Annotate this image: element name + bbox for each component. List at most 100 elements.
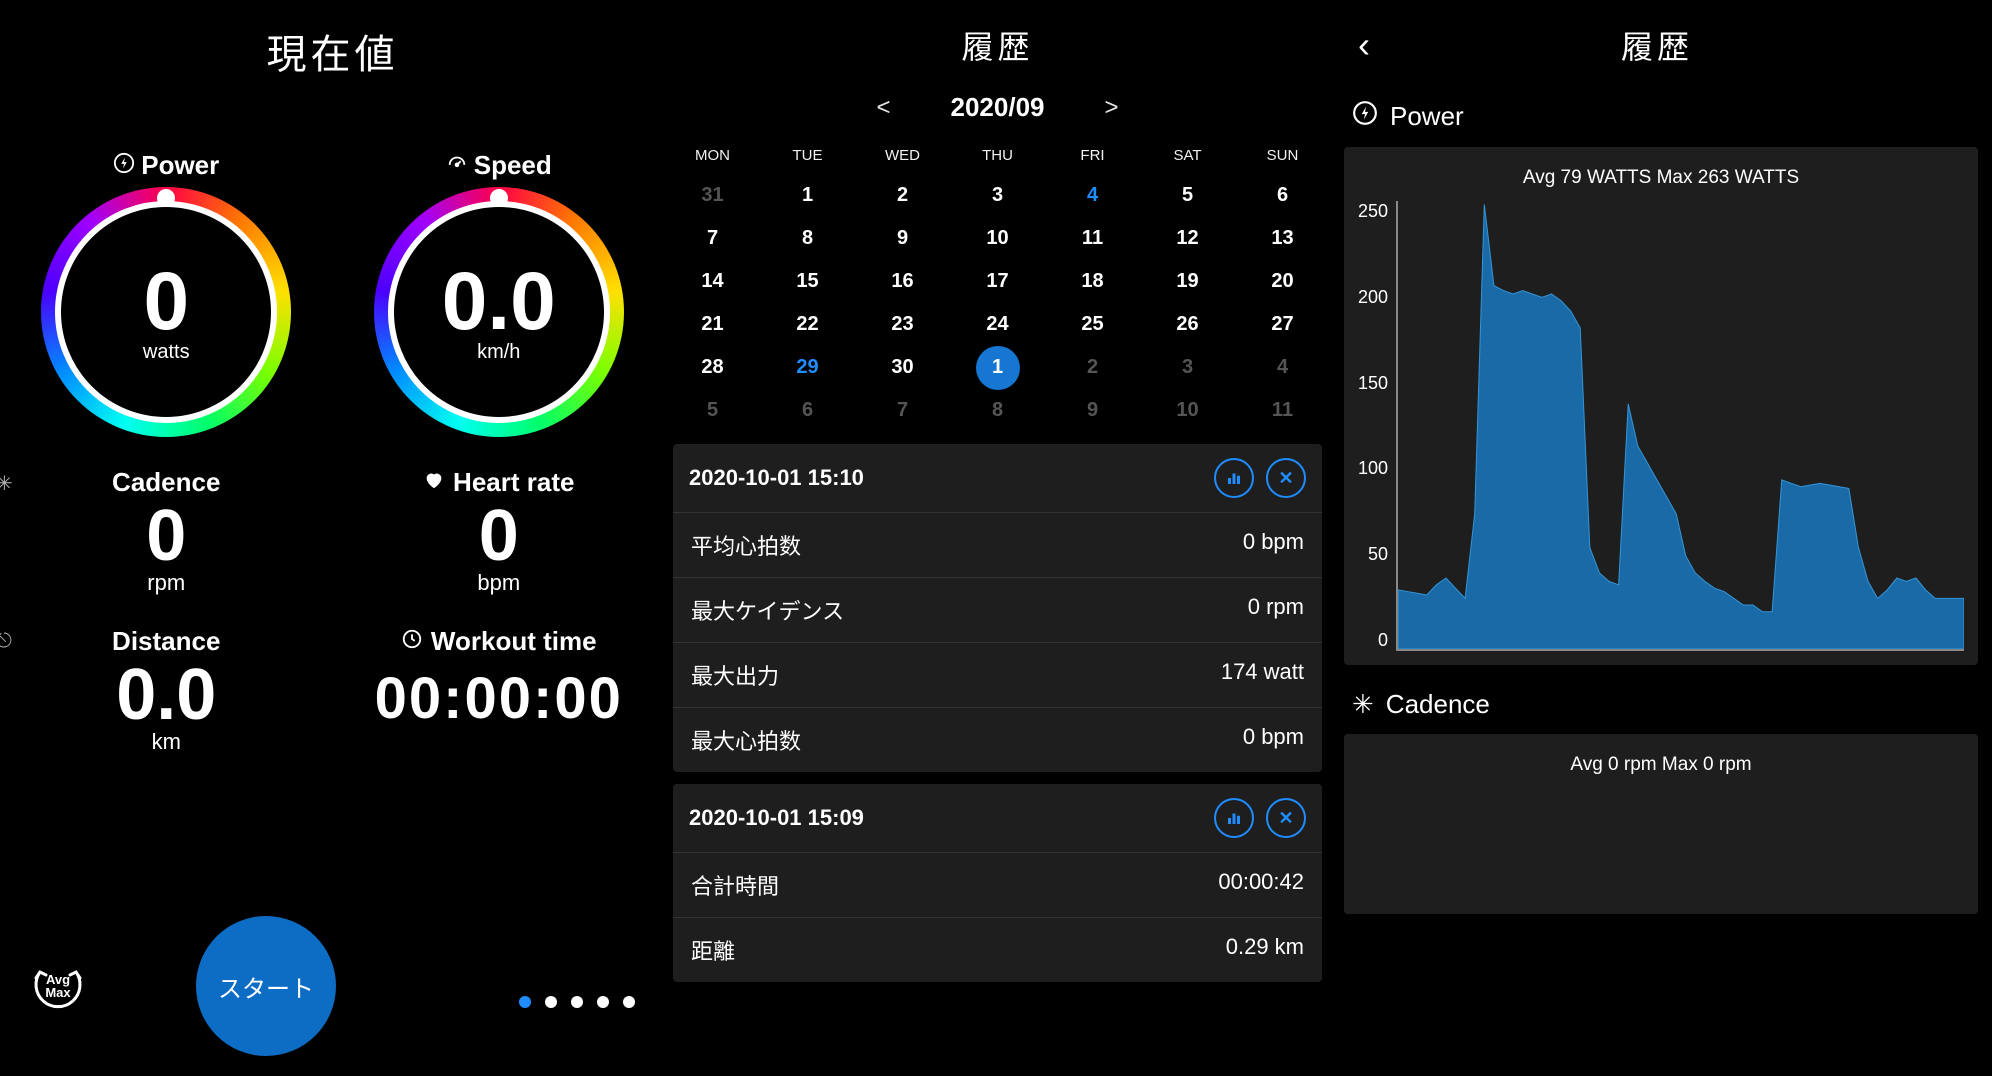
start-button-label: スタート [218, 969, 314, 1004]
calendar-day[interactable]: 21 [665, 303, 760, 346]
session-row: 最大ケイデンス0 rpm [673, 578, 1322, 643]
session-row-value: 0.29 km [1226, 934, 1304, 966]
panel3-header: ‹ 履歴 [1330, 0, 1992, 90]
calendar-day[interactable]: 16 [855, 260, 950, 303]
session-row: 平均心拍数 0 bpm [673, 513, 1322, 578]
gauge-speed-unit: km/h [477, 341, 520, 364]
ytick: 0 [1358, 630, 1388, 651]
page-dot[interactable] [545, 996, 557, 1008]
calendar-dow: SAT [1140, 137, 1235, 174]
calendar-day[interactable]: 7 [665, 217, 760, 260]
calendar-dow: WED [855, 137, 950, 174]
chart-button[interactable] [1214, 458, 1254, 498]
calendar-day[interactable]: 4 [1235, 346, 1330, 389]
calendar-day[interactable]: 11 [1235, 389, 1330, 432]
calendar-day[interactable]: 1 [760, 174, 855, 217]
session-row-label: 合計時間 [691, 869, 779, 901]
heart-icon [423, 467, 445, 498]
prev-month-button[interactable]: < [876, 94, 890, 122]
panel-history-list: 履歴 < 2020/09 > MONTUEWEDTHUFRISATSUN 311… [665, 0, 1330, 1076]
calendar-day[interactable]: 30 [855, 346, 950, 389]
calendar-day[interactable]: 10 [1140, 389, 1235, 432]
page-dot[interactable] [623, 996, 635, 1008]
page-dot[interactable] [597, 996, 609, 1008]
calendar-day[interactable]: 1 [950, 346, 1045, 389]
ytick: 50 [1358, 544, 1388, 565]
calendar-day[interactable]: 11 [1045, 217, 1140, 260]
calendar-day[interactable]: 19 [1140, 260, 1235, 303]
page-dot[interactable] [571, 996, 583, 1008]
calendar-day[interactable]: 9 [1045, 389, 1140, 432]
metric-cadence: ✳ Cadence 0 rpm [0, 467, 333, 596]
session-row-value: 0 bpm [1243, 529, 1304, 561]
metric-distance-value: 0.0 [0, 659, 333, 731]
metric-cadence-value: 0 [0, 500, 333, 572]
session-row-label: 平均心拍数 [691, 529, 801, 561]
start-button[interactable]: スタート [196, 916, 336, 1056]
session-datetime: 2020-10-01 15:10 [689, 465, 1202, 491]
ytick: 150 [1358, 373, 1388, 394]
metric-distance-unit: km [0, 729, 333, 755]
calendar-day[interactable]: 9 [855, 217, 950, 260]
section-cadence: ✳ Cadence [1330, 679, 1992, 734]
calendar-day[interactable]: 20 [1235, 260, 1330, 303]
calendar-day[interactable]: 8 [760, 217, 855, 260]
panel1-bottom-bar: Avg Max スタート [0, 916, 665, 1056]
calendar-day[interactable]: 25 [1045, 303, 1140, 346]
metric-row-2: ⎋ Distance 0.0 km Workout time 00:00:00 [0, 626, 665, 755]
chart-button[interactable] [1214, 798, 1254, 838]
calendar-day[interactable]: 28 [665, 346, 760, 389]
gauge-power-value: 0 [143, 261, 189, 343]
calendar-day[interactable]: 31 [665, 174, 760, 217]
metric-heartrate-value: 0 [333, 500, 666, 572]
session-row-value: 0 bpm [1243, 724, 1304, 756]
calendar-day[interactable]: 14 [665, 260, 760, 303]
delete-button[interactable]: ✕ [1266, 798, 1306, 838]
delete-button[interactable]: ✕ [1266, 458, 1306, 498]
metric-distance: ⎋ Distance 0.0 km [0, 626, 333, 755]
gauge-speed-label: Speed [474, 150, 552, 181]
calendar-day[interactable]: 5 [1140, 174, 1235, 217]
calendar-day[interactable]: 15 [760, 260, 855, 303]
calendar-day[interactable]: 2 [855, 174, 950, 217]
calendar-day[interactable]: 13 [1235, 217, 1330, 260]
calendar-day[interactable]: 3 [950, 174, 1045, 217]
calendar-day[interactable]: 18 [1045, 260, 1140, 303]
session-row-label: 最大ケイデンス [691, 594, 844, 626]
avg-max-toggle[interactable]: Avg Max [30, 958, 86, 1014]
gear-icon: ✳ [1352, 689, 1374, 720]
calendar-day[interactable]: 6 [1235, 174, 1330, 217]
metric-workout-label: Workout time [431, 626, 597, 657]
calendar-day[interactable]: 7 [855, 389, 950, 432]
calendar-day[interactable]: 6 [760, 389, 855, 432]
calendar-day[interactable]: 29 [760, 346, 855, 389]
ytick: 100 [1358, 458, 1388, 479]
gauge-power-unit: watts [143, 341, 190, 364]
calendar-day[interactable]: 27 [1235, 303, 1330, 346]
calendar-day[interactable]: 4 [1045, 174, 1140, 217]
section-power-label: Power [1390, 101, 1464, 132]
page-dot[interactable] [519, 996, 531, 1008]
metric-heartrate: Heart rate 0 bpm [333, 467, 666, 596]
calendar-dow: MON [665, 137, 760, 174]
calendar-day[interactable]: 26 [1140, 303, 1235, 346]
gear-icon: ✳ [0, 471, 13, 496]
ytick: 250 [1358, 201, 1388, 222]
session-card: 2020-10-01 15:10✕平均心拍数0 bpm最大ケイデンス0 rpm最… [673, 444, 1322, 772]
calendar-day[interactable]: 22 [760, 303, 855, 346]
calendar-day[interactable]: 10 [950, 217, 1045, 260]
pin-icon: ⎋ [0, 630, 12, 653]
session-row-label: 最大出力 [691, 659, 779, 691]
session-row: 距離0.29 km [673, 918, 1322, 982]
calendar-day[interactable]: 24 [950, 303, 1045, 346]
calendar-day[interactable]: 17 [950, 260, 1045, 303]
calendar-day[interactable]: 5 [665, 389, 760, 432]
calendar-day[interactable]: 3 [1140, 346, 1235, 389]
calendar-day[interactable]: 2 [1045, 346, 1140, 389]
calendar-day[interactable]: 8 [950, 389, 1045, 432]
page-dots[interactable] [519, 996, 635, 1008]
next-month-button[interactable]: > [1104, 94, 1118, 122]
gauge-indicator-dot [490, 189, 508, 207]
calendar-day[interactable]: 12 [1140, 217, 1235, 260]
calendar-day[interactable]: 23 [855, 303, 950, 346]
